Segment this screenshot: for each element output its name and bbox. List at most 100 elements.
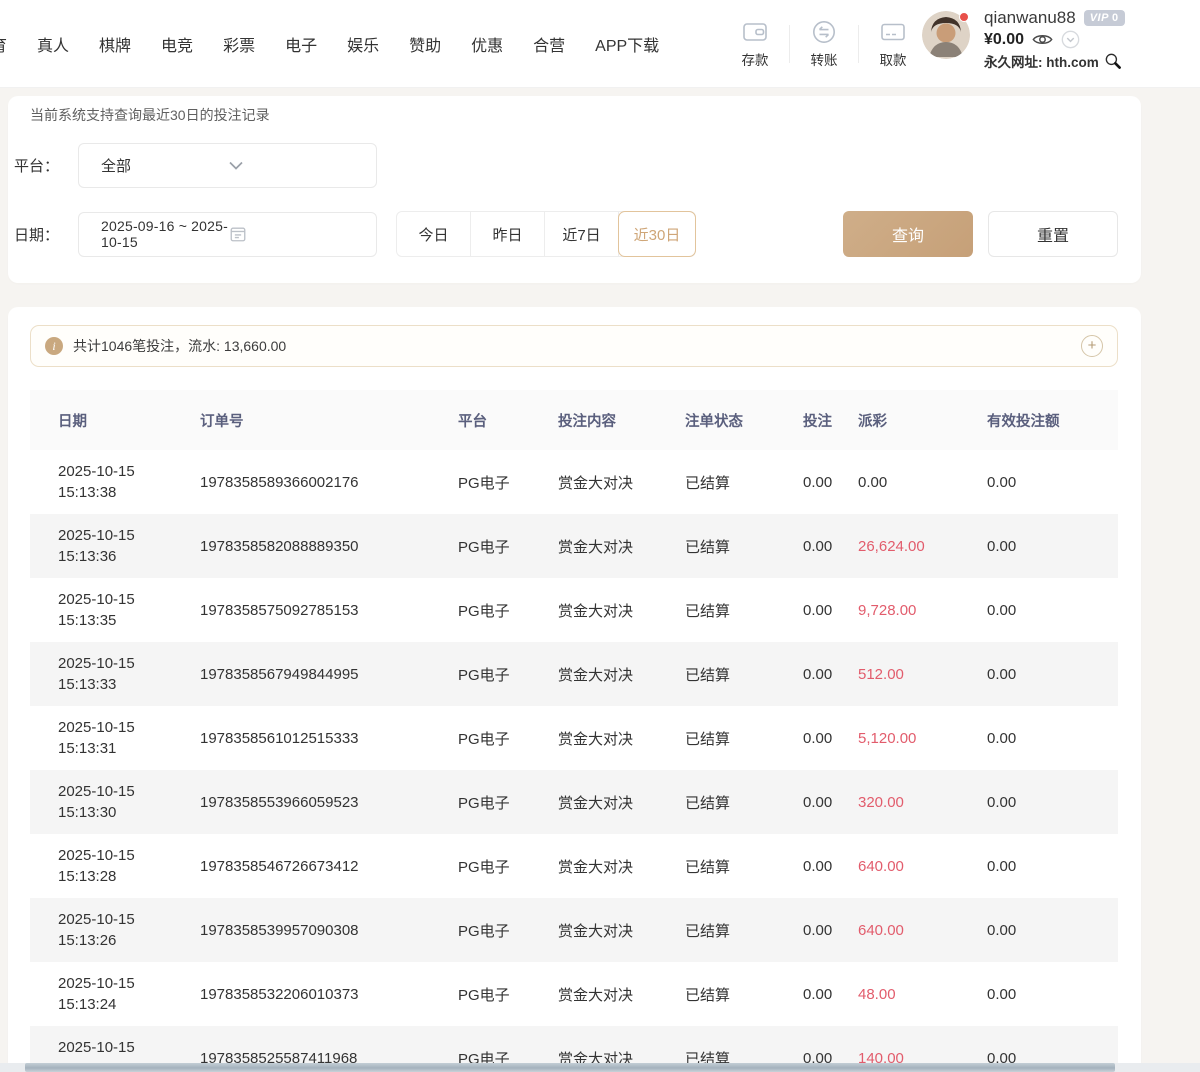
cell-payout: 5,120.00: [830, 730, 959, 747]
transfer-button[interactable]: 转账: [795, 19, 853, 69]
scrollbar-thumb[interactable]: [25, 1063, 1115, 1072]
nav-item-4[interactable]: 电子: [285, 32, 317, 56]
cell-payout: 0.00: [830, 474, 959, 491]
table-row: 2025-10-1515:13:281978358546726673412PG电…: [30, 834, 1118, 898]
col-header-5: 投注: [775, 410, 830, 431]
cell-status: 已结算: [657, 536, 775, 557]
table-row: 2025-10-1515:13:301978358553966059523PG电…: [30, 770, 1118, 834]
cell-platform: PG电子: [430, 728, 530, 749]
cell-date: 2025-10-1515:13:31: [30, 717, 172, 759]
cell-valid: 0.00: [959, 730, 1118, 747]
nav-item-2[interactable]: 电竞: [161, 32, 193, 56]
cell-date: 2025-10-1515:13:28: [30, 845, 172, 887]
platform-select-value: 全部: [101, 155, 229, 176]
table-body: 2025-10-1515:13:381978358589366002176PG电…: [30, 450, 1118, 1072]
transfer-icon: [811, 19, 837, 45]
refresh-balance-icon[interactable]: [1061, 30, 1080, 49]
summary-bar: i 共计1046笔投注，流水: 13,660.00 +: [30, 325, 1118, 367]
cell-status: 已结算: [657, 600, 775, 621]
col-header-1: 订单号: [172, 410, 430, 431]
filter-panel: 当前系统支持查询最近30日的投注记录 平台： 全部 日期： 2025-09-16…: [8, 96, 1141, 283]
nav-item-5[interactable]: 娱乐: [347, 32, 379, 56]
horizontal-scrollbar[interactable]: [0, 1063, 1200, 1072]
deposit-button[interactable]: 存款: [726, 19, 784, 69]
cell-order: 1978358561012515333: [172, 730, 430, 747]
cell-content: 赏金大对决: [530, 536, 657, 557]
cell-platform: PG电子: [430, 856, 530, 877]
date-label: 日期：: [14, 224, 59, 245]
cell-status: 已结算: [657, 728, 775, 749]
col-header-3: 投注内容: [530, 410, 657, 431]
withdraw-button[interactable]: 取款: [864, 19, 922, 69]
nav-item-0[interactable]: 真人: [37, 32, 69, 56]
transfer-label: 转账: [811, 49, 838, 69]
user-info: qianwanu88 VIP 0 ¥0.00 永久网址: hth.com: [984, 8, 1125, 71]
vip-level: 0: [1112, 12, 1118, 24]
cell-bet: 0.00: [775, 666, 830, 683]
cell-platform: PG电子: [430, 664, 530, 685]
card-icon: [880, 19, 906, 45]
cell-date: 2025-10-1515:13:36: [30, 525, 172, 567]
date-range-input[interactable]: 2025-09-16 ~ 2025-10-15: [78, 212, 377, 257]
cell-date: 2025-10-1515:13:30: [30, 781, 172, 823]
col-header-6: 派彩: [830, 410, 959, 431]
cell-bet: 0.00: [775, 602, 830, 619]
cell-date: 2025-10-1515:13:35: [30, 589, 172, 631]
cell-valid: 0.00: [959, 602, 1118, 619]
table-row: 2025-10-1515:13:261978358539957090308PG电…: [30, 898, 1118, 962]
top-header: 育 真人 棋牌 电竞 彩票 电子 娱乐 赞助 优惠 合营 APP下载 存款转账 取款 qianwan…: [0, 0, 1200, 88]
cell-order: 1978358589366002176: [172, 474, 430, 491]
reset-button[interactable]: 重置: [988, 211, 1118, 257]
cell-content: 赏金大对决: [530, 472, 657, 493]
query-button[interactable]: 查询: [843, 211, 973, 257]
header-divider: [789, 25, 790, 63]
range-button-2[interactable]: 近7日: [545, 212, 619, 256]
nav-item-partial[interactable]: 育: [0, 32, 7, 56]
cell-bet: 0.00: [775, 538, 830, 555]
cell-valid: 0.00: [959, 666, 1118, 683]
range-button-1[interactable]: 昨日: [471, 212, 545, 256]
site-url: 永久网址: hth.com: [984, 51, 1099, 71]
cell-platform: PG电子: [430, 792, 530, 813]
date-range-value: 2025-09-16 ~ 2025-10-15: [101, 218, 229, 250]
nav-item-3[interactable]: 彩票: [223, 32, 255, 56]
cell-content: 赏金大对决: [530, 664, 657, 685]
cell-bet: 0.00: [775, 986, 830, 1003]
platform-select[interactable]: 全部: [78, 143, 377, 188]
cell-bet: 0.00: [775, 922, 830, 939]
calendar-icon: [229, 225, 357, 243]
nav-item-6[interactable]: 赞助: [409, 32, 441, 56]
cell-content: 赏金大对决: [530, 984, 657, 1005]
cell-order: 1978358567949844995: [172, 666, 430, 683]
cell-date: 2025-10-1515:13:26: [30, 909, 172, 951]
records-panel: i 共计1046笔投注，流水: 13,660.00 + 日期订单号平台投注内容注…: [8, 307, 1141, 1072]
col-header-4: 注单状态: [657, 410, 775, 431]
cell-order: 1978358539957090308: [172, 922, 430, 939]
cell-valid: 0.00: [959, 794, 1118, 811]
platform-label: 平台：: [14, 155, 59, 176]
balance-amount: ¥0.00: [984, 31, 1024, 49]
records-table: 日期订单号平台投注内容注单状态投注派彩有效投注额 2025-10-1515:13…: [30, 390, 1118, 1072]
eye-icon[interactable]: [1032, 32, 1053, 47]
cell-payout: 48.00: [830, 986, 959, 1003]
username: qianwanu88: [984, 8, 1076, 28]
cell-date: 2025-10-1515:13:24: [30, 973, 172, 1015]
magnifier-icon[interactable]: [1104, 52, 1122, 70]
cell-content: 赏金大对决: [530, 856, 657, 877]
cell-date: 2025-10-1515:13:38: [30, 461, 172, 503]
cell-date: 2025-10-1515:13:33: [30, 653, 172, 695]
nav-item-8[interactable]: 合营: [533, 32, 565, 56]
range-button-0[interactable]: 今日: [397, 212, 471, 256]
nav-item-1[interactable]: 棋牌: [99, 32, 131, 56]
col-header-7: 有效投注额: [959, 410, 1118, 431]
cell-platform: PG电子: [430, 920, 530, 941]
nav-item-7[interactable]: 优惠: [471, 32, 503, 56]
table-row: 2025-10-1515:13:311978358561012515333PG电…: [30, 706, 1118, 770]
cell-platform: PG电子: [430, 472, 530, 493]
range-button-3[interactable]: 近30日: [619, 212, 695, 256]
withdraw-label: 取款: [880, 49, 907, 69]
nav-item-9[interactable]: APP下载: [595, 32, 659, 56]
avatar[interactable]: [922, 11, 970, 59]
vip-badge: VIP 0: [1084, 10, 1125, 26]
expand-plus-icon[interactable]: +: [1081, 335, 1103, 357]
